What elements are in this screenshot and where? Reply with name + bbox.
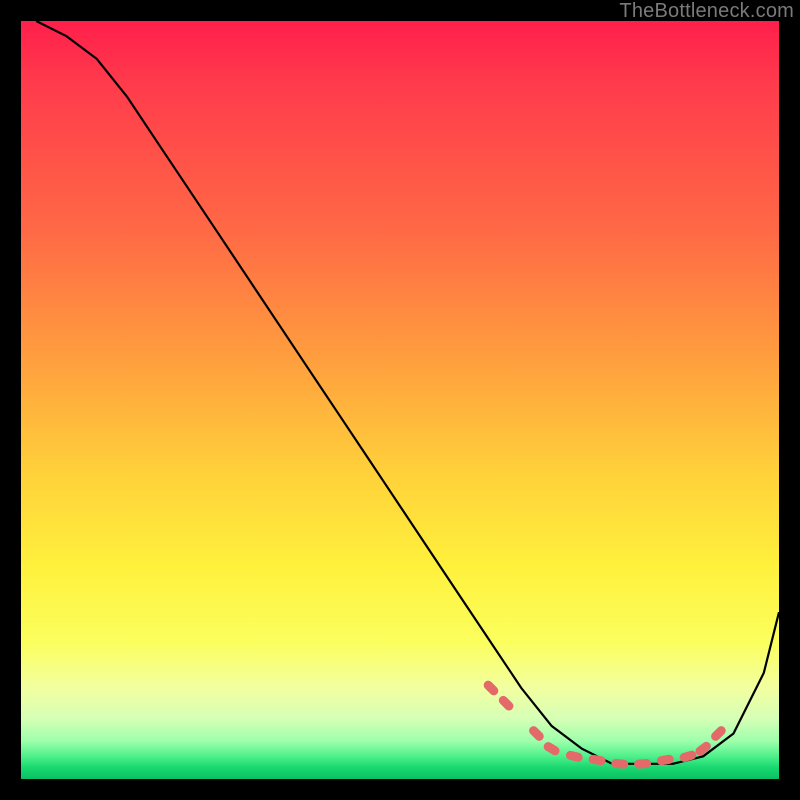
chart-gradient-background (21, 21, 779, 779)
chart-frame (21, 21, 779, 779)
watermark-text: TheBottleneck.com (619, 0, 794, 23)
